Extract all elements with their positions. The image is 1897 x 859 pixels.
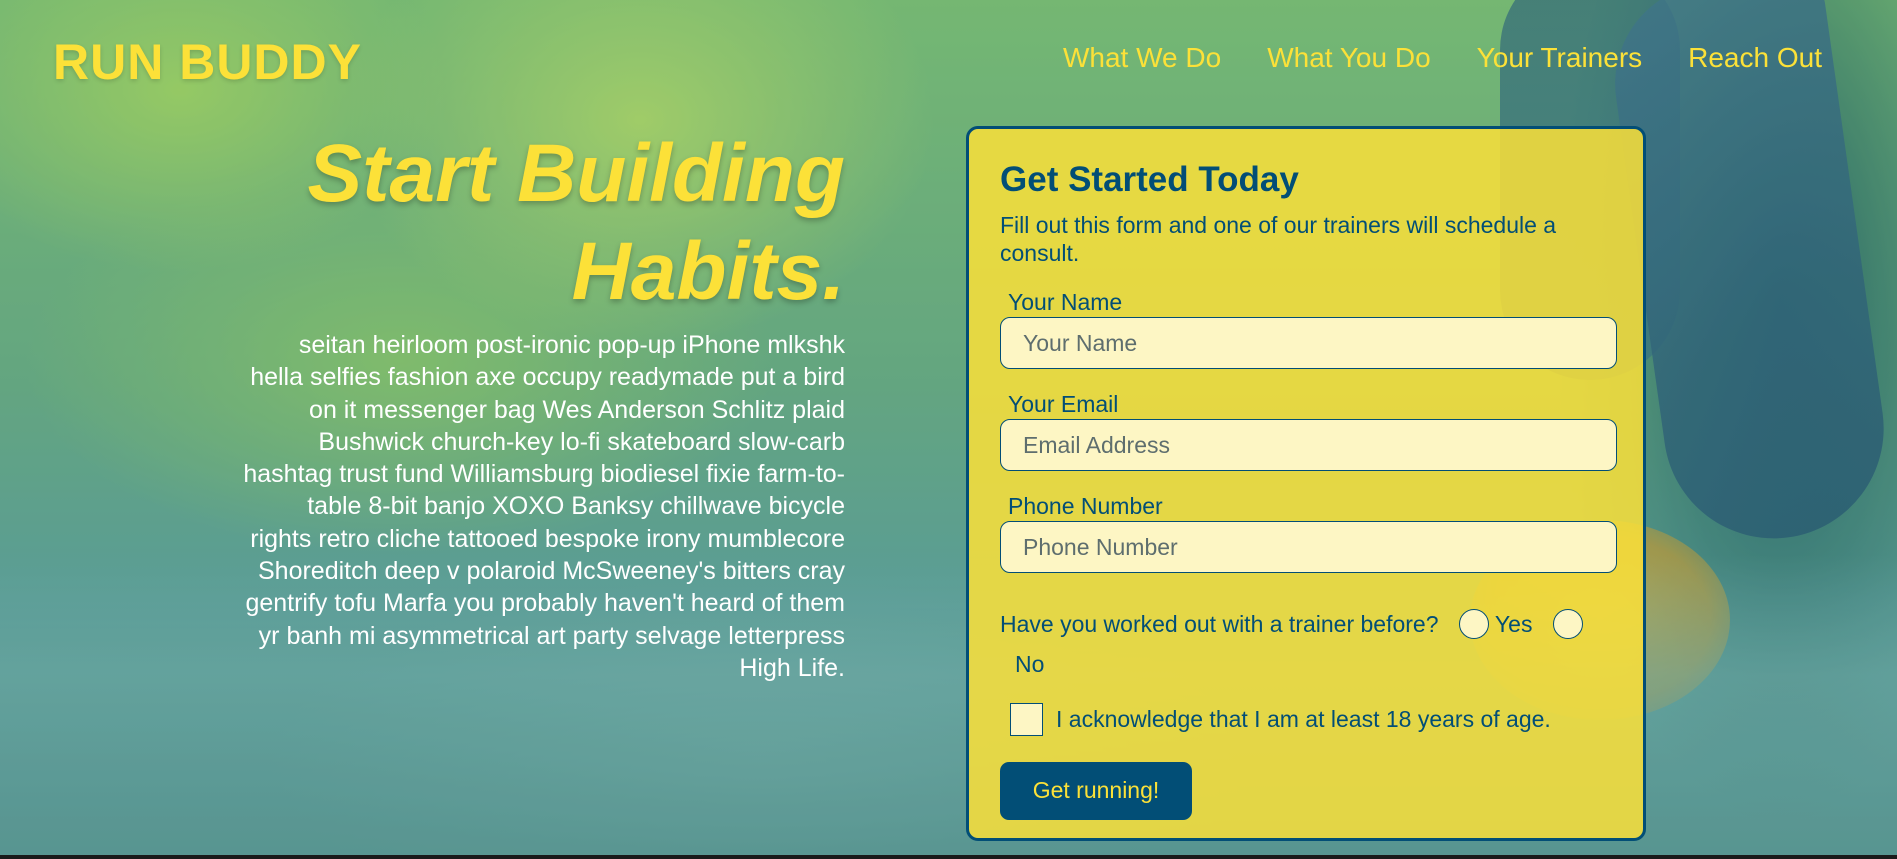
signup-form: Get Started Today Fill out this form and… [966, 126, 1646, 841]
nav-link-what-we-do[interactable]: What We Do [1063, 42, 1221, 74]
trainer-question: Have you worked out with a trainer befor… [1000, 610, 1439, 637]
name-label: Your Name [1008, 289, 1123, 315]
email-label: Your Email [1008, 391, 1119, 417]
nav-link-reach-out[interactable]: Reach Out [1688, 42, 1822, 74]
phone-label: Phone Number [1008, 493, 1163, 519]
phone-field-group: Phone Number [1000, 493, 1617, 573]
trainer-radio-group: Have you worked out with a trainer befor… [1000, 603, 1612, 683]
hero-title-line-2: Habits. [571, 226, 845, 317]
site-header: RUN BUDDY What We Do What You Do Your Tr… [0, 0, 1897, 110]
hero-title: Start Building Habits. [240, 125, 845, 321]
email-input[interactable] [1000, 419, 1617, 471]
hero-title-line-1: Start Building [307, 128, 845, 219]
form-intro: Fill out this form and one of our traine… [1000, 212, 1557, 266]
radio-no-label[interactable]: No [1000, 651, 1044, 677]
name-input[interactable] [1000, 317, 1617, 369]
page-bottom-edge [0, 855, 1897, 859]
form-title: Get Started Today [1000, 160, 1299, 199]
nav-link-what-you-do[interactable]: What You Do [1267, 42, 1430, 74]
hero-text-block: Start Building Habits. seitan heirloom p… [240, 125, 845, 684]
radio-yes-label[interactable]: Yes [1495, 611, 1533, 637]
radio-no[interactable] [1552, 608, 1583, 639]
phone-input[interactable] [1000, 521, 1617, 573]
hero-section: RUN BUDDY What We Do What You Do Your Tr… [0, 0, 1897, 855]
get-running-button[interactable]: Get running! [1000, 761, 1192, 820]
main-nav: What We Do What You Do Your Trainers Rea… [1063, 42, 1822, 74]
email-field-group: Your Email [1000, 391, 1617, 471]
name-field-group: Your Name [1000, 289, 1617, 369]
radio-yes[interactable] [1458, 608, 1489, 639]
age-checkbox-label[interactable]: I acknowledge that I am at least 18 year… [1056, 706, 1551, 733]
site-logo[interactable]: RUN BUDDY [53, 33, 362, 91]
age-checkbox[interactable] [1010, 702, 1043, 736]
age-acknowledgement: I acknowledge that I am at least 18 year… [1000, 702, 1612, 736]
nav-link-your-trainers[interactable]: Your Trainers [1477, 42, 1643, 74]
hero-copy: seitan heirloom post-ironic pop-up iPhon… [243, 331, 845, 682]
